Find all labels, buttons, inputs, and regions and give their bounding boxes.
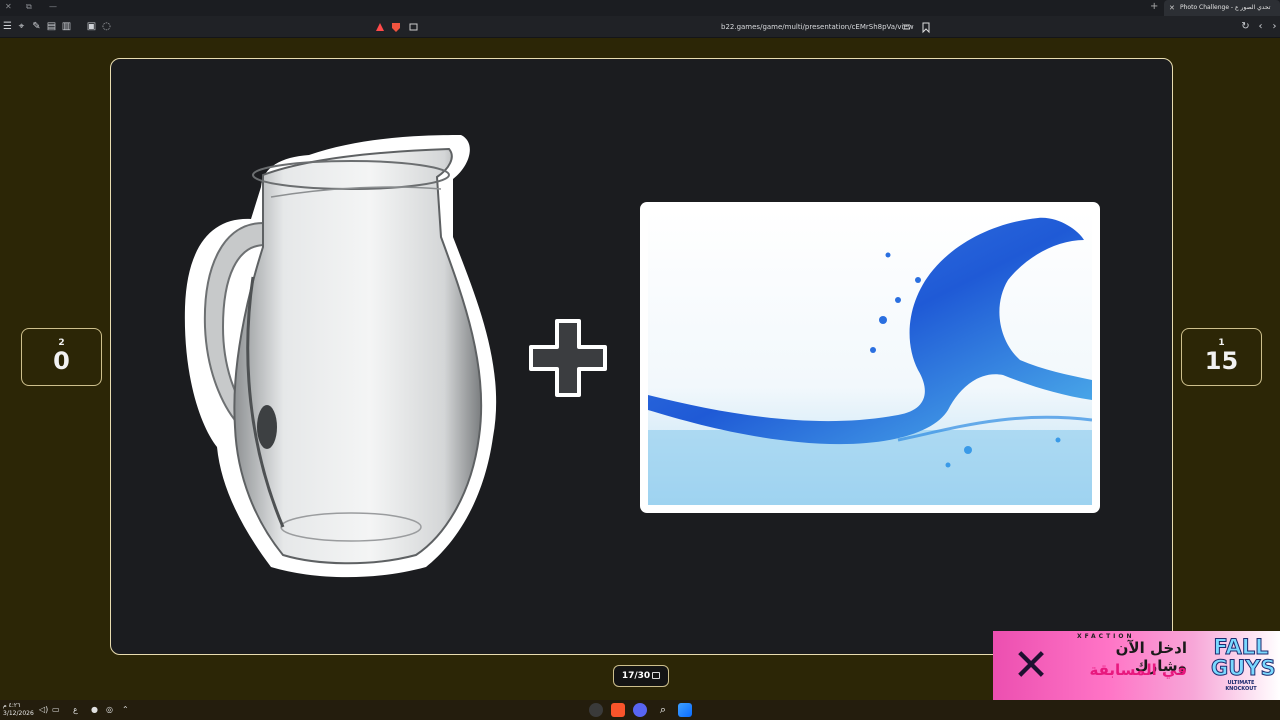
app-tray-icon[interactable]: ◎ xyxy=(106,705,113,715)
tab-close-icon[interactable]: ✕ xyxy=(1169,0,1175,16)
minimize-window-icon[interactable]: — xyxy=(49,2,57,11)
discord-icon[interactable] xyxy=(633,703,647,717)
chat-icon[interactable]: ◌ xyxy=(100,20,113,33)
sponsor-banner[interactable]: ✕ XFACTION ادخل الآن وشارك في المسابقة F… xyxy=(993,631,1280,701)
url-text: b22.games/game/multi/presentation/cEMrSh… xyxy=(721,23,914,31)
share-icon xyxy=(409,23,418,31)
back-icon[interactable]: ‹ xyxy=(1254,20,1267,33)
game-stage: 2 0 1 15 17/30 ✕ XFACTION ادخل الآن وشار… xyxy=(0,38,1280,701)
show-hidden-icons[interactable]: ⌃ xyxy=(122,705,129,715)
menu-icon[interactable]: ☰ xyxy=(1,20,14,33)
start-menu-icon[interactable] xyxy=(678,703,692,717)
tab-title: Photo Challenge - تحدي الصور ع xyxy=(1180,4,1271,11)
water-splash-image xyxy=(648,210,1093,505)
player-points: 0 xyxy=(53,347,70,375)
browser-toolbar: ☰ ⌖ ✎ ▤ ▥ ▣ ◌ b22.games/game/multi/prese… xyxy=(0,16,1280,38)
fall-guys-subtitle: ULTIMATE KNOCKOUT xyxy=(1225,680,1257,692)
browser-tab-active[interactable]: ✕ Photo Challenge - تحدي الصور ع xyxy=(1164,0,1280,16)
input-language[interactable]: ع xyxy=(73,705,78,715)
plus-sign-icon xyxy=(529,319,607,397)
brave-shield-icon xyxy=(392,23,400,32)
fall-guys-title: FALL GUYS xyxy=(1211,635,1277,680)
search-icon[interactable]: ⌕ xyxy=(656,703,670,717)
brave-rewards-icon xyxy=(376,23,384,31)
microphone-icon[interactable]: ● xyxy=(91,705,98,715)
volume-icon[interactable]: ◁) xyxy=(39,705,48,715)
close-window-icon[interactable]: ✕ xyxy=(5,2,12,11)
xfaction-logo-icon: ✕ xyxy=(1012,640,1050,691)
sidebar-icon[interactable]: ▥ xyxy=(60,20,73,33)
os-taskbar: ٤:٢٦ م 3/12/2026 ◁) ▭ ع ● ◎ ⌃ ⌕ xyxy=(0,700,1280,720)
ad-subline: في المسابقة xyxy=(1089,661,1187,679)
bookmark-icon xyxy=(922,22,930,34)
restore-window-icon[interactable]: ⧉ xyxy=(26,2,32,12)
player-points: 15 xyxy=(1204,347,1239,375)
player-score-right: 1 15 xyxy=(1181,328,1262,386)
tabs-icon[interactable]: ▤ xyxy=(45,20,58,33)
wallet-icon[interactable]: ▣ xyxy=(85,20,98,33)
glass-pitcher-image xyxy=(184,135,497,578)
forward-icon[interactable]: › xyxy=(1268,20,1280,33)
browser-titlebar: ✕ ⧉ — + ✕ Photo Challenge - تحدي الصور ع xyxy=(0,0,1280,16)
puzzle-slide xyxy=(110,58,1173,655)
image-icon xyxy=(652,672,661,679)
clock-date: 3/12/2026 xyxy=(3,710,34,717)
new-tab-icon[interactable]: + xyxy=(1150,1,1158,12)
pin-icon[interactable]: ✎ xyxy=(30,20,43,33)
brave-browser-icon[interactable] xyxy=(611,703,625,717)
question-counter: 17/30 xyxy=(613,665,669,687)
network-icon[interactable]: ▭ xyxy=(52,705,60,715)
clock-time: ٤:٢٦ م xyxy=(3,702,21,709)
taskbar-clock[interactable]: ٤:٢٦ م 3/12/2026 xyxy=(3,702,34,718)
player-score-left: 2 0 xyxy=(21,328,102,386)
fall-guys-logo: FALL GUYS ULTIMATE KNOCKOUT xyxy=(1211,635,1277,695)
question-progress: 17/30 xyxy=(621,671,651,681)
reload-icon[interactable]: ↻ xyxy=(1239,20,1252,33)
water-splash-card xyxy=(640,202,1100,513)
location-icon[interactable]: ⌖ xyxy=(15,20,28,33)
taskbar-app-icon[interactable] xyxy=(589,703,603,717)
